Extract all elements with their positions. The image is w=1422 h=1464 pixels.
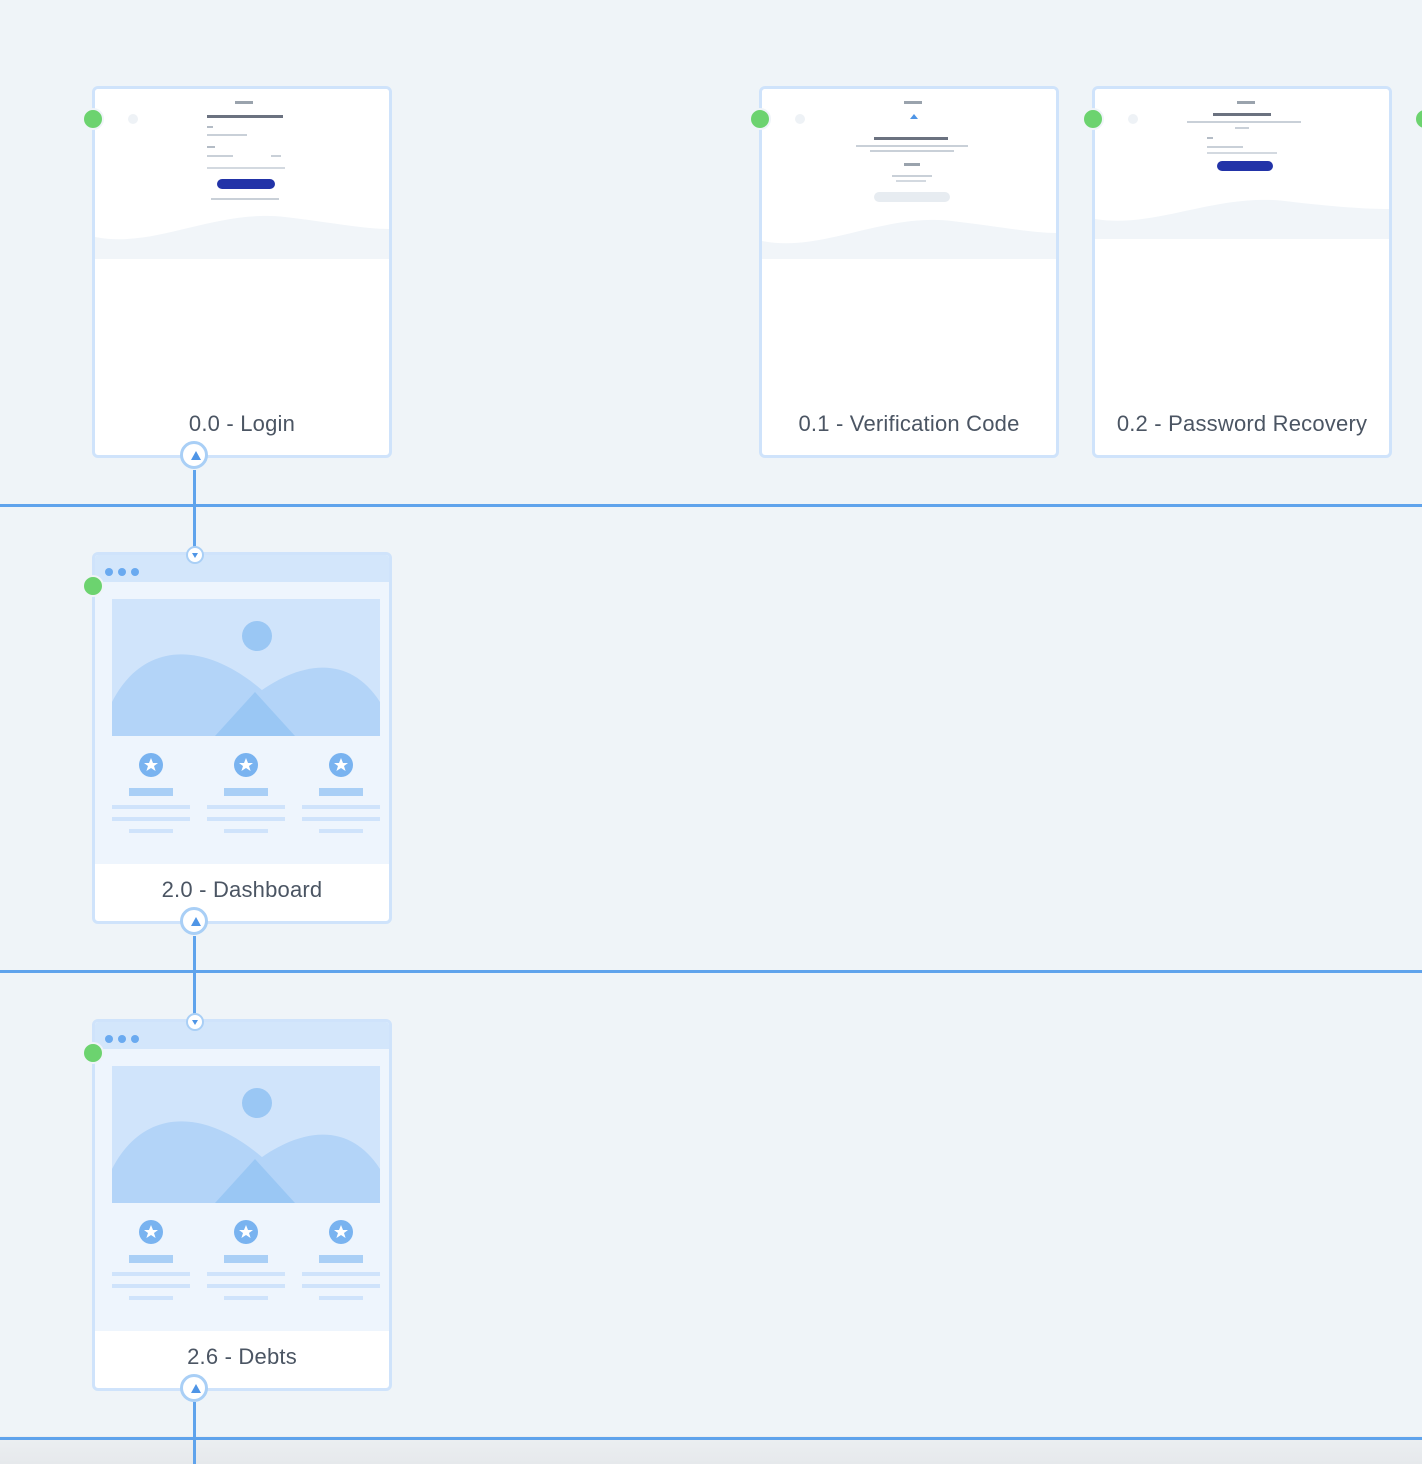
- image-placeholder-icon: [112, 1066, 380, 1300]
- screen-card-login[interactable]: 0.0 - Login: [92, 86, 392, 458]
- collapse-down-icon[interactable]: [186, 546, 204, 564]
- wireframe-body: [95, 1049, 389, 1331]
- start-marker: [82, 108, 104, 130]
- expand-up-icon[interactable]: [180, 441, 208, 469]
- wireframe-body: [95, 582, 389, 864]
- screen-label: 0.0 - Login: [188, 411, 296, 436]
- start-marker: [749, 108, 771, 130]
- expand-up-icon[interactable]: [180, 1374, 208, 1402]
- section-divider-1: [0, 504, 1422, 507]
- window-titlebar: [95, 1022, 389, 1049]
- window-dot-icon: [118, 568, 126, 576]
- section-divider-2: [0, 970, 1422, 973]
- window-dot-icon: [118, 1035, 126, 1043]
- verification-thumbnail: [762, 89, 1056, 259]
- login-thumbnail: [95, 89, 389, 259]
- screen-card-dashboard[interactable]: 2.0 - Dashboard: [92, 552, 392, 924]
- expand-up-icon[interactable]: [180, 907, 208, 935]
- screen-label: 0.2 - Password Recovery: [1116, 411, 1368, 436]
- image-placeholder-icon: [112, 599, 380, 833]
- window-dot-icon: [131, 568, 139, 576]
- window-dot-icon: [105, 1035, 113, 1043]
- window-dot-icon: [105, 568, 113, 576]
- start-marker: [82, 575, 104, 597]
- screen-card-password-recovery[interactable]: 0.2 - Password Recovery: [1092, 86, 1392, 458]
- flow-connector-dashboard-debts: [193, 936, 196, 1016]
- start-marker: [1082, 108, 1104, 130]
- collapse-down-icon[interactable]: [186, 1013, 204, 1031]
- password-recovery-thumbnail: [1095, 89, 1389, 259]
- window-dot-icon: [131, 1035, 139, 1043]
- start-marker: [1414, 108, 1422, 130]
- window-titlebar: [95, 555, 389, 582]
- flow-connector-login-dashboard: [193, 470, 196, 550]
- section-divider-3: [0, 1437, 1422, 1440]
- screen-card-verification-code[interactable]: 0.1 - Verification Code: [759, 86, 1059, 458]
- canvas-bottom-fade: [0, 1436, 1422, 1464]
- start-marker: [82, 1042, 104, 1064]
- screen-label: 2.0 - Dashboard: [161, 877, 323, 902]
- flow-connector-debts-next: [193, 1402, 196, 1464]
- screen-card-debts[interactable]: 2.6 - Debts: [92, 1019, 392, 1391]
- screen-label: 2.6 - Debts: [187, 1344, 297, 1369]
- screen-label: 0.1 - Verification Code: [798, 411, 1020, 436]
